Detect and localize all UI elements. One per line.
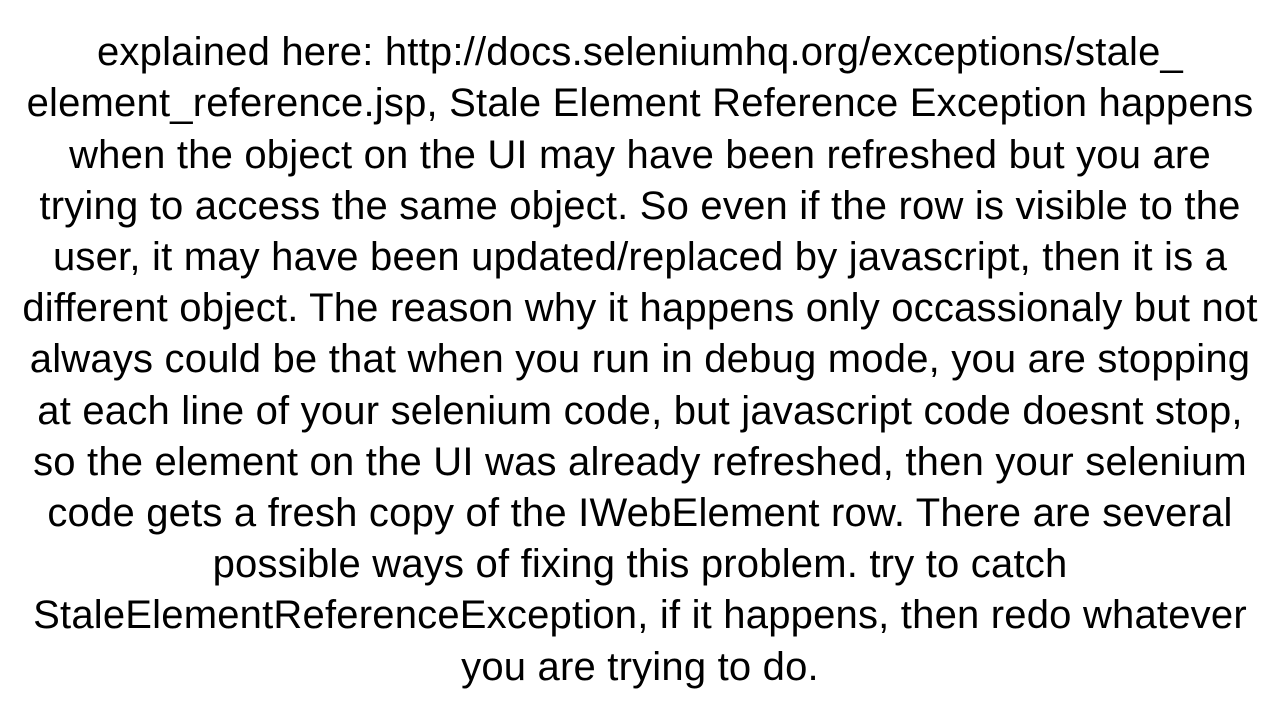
body-text: explained here: http://docs.seleniumhq.o… — [20, 27, 1260, 692]
page: explained here: http://docs.seleniumhq.o… — [0, 0, 1280, 720]
